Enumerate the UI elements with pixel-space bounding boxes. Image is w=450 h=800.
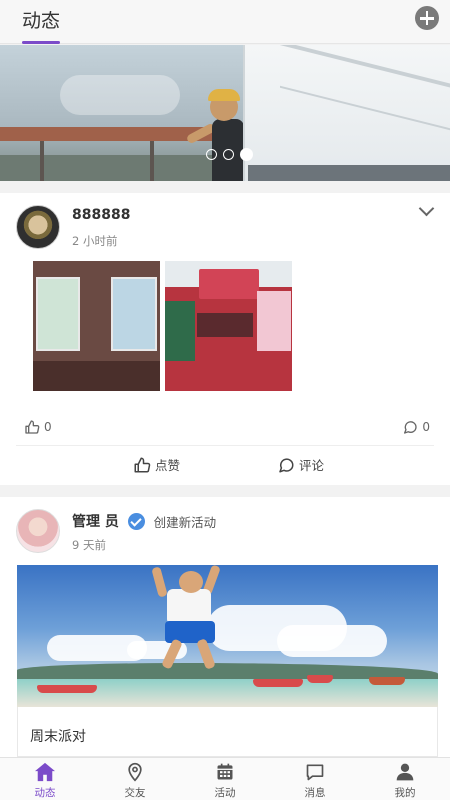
page-title[interactable]: 动态 [22, 6, 60, 33]
post-photo[interactable] [33, 261, 160, 391]
post-stats: 0 0 [0, 413, 450, 441]
thumbs-up-icon [134, 457, 151, 472]
like-button-label: 点赞 [155, 458, 181, 473]
event-title[interactable]: 周末派对 [30, 726, 86, 746]
comment-count: 0 [402, 419, 430, 435]
post-time: 2 小时前 [72, 234, 118, 248]
post-time: 9 天前 [72, 538, 106, 552]
add-post-button[interactable] [415, 6, 439, 30]
carousel-dot-active[interactable] [240, 148, 253, 161]
verified-badge-icon [127, 512, 145, 530]
event-cover-image[interactable] [17, 565, 438, 707]
carousel-dot[interactable] [206, 149, 217, 160]
user-icon [396, 763, 414, 781]
like-count: 0 [24, 419, 52, 435]
top-bar: 动态 [0, 0, 450, 44]
carousel-dots [206, 148, 253, 161]
tab-profile[interactable]: 我的 [360, 758, 450, 800]
tab-label: 动态 [34, 787, 56, 799]
tab-feed[interactable]: 动态 [0, 758, 90, 800]
thumbs-up-icon [25, 420, 40, 434]
bottom-tab-bar: 动态 交友 活动 消息 我的 [0, 757, 450, 800]
post-username[interactable]: 888888 [72, 207, 130, 223]
comment-icon [404, 421, 418, 434]
avatar[interactable] [16, 205, 60, 249]
tab-friends[interactable]: 交友 [90, 758, 180, 800]
active-tab-indicator [22, 41, 60, 44]
chevron-down-icon[interactable] [418, 203, 434, 219]
post-action-text: 创建新活动 [153, 514, 217, 530]
comment-button[interactable]: 评论 [277, 455, 324, 474]
avatar[interactable] [16, 509, 60, 553]
tab-label: 我的 [394, 787, 416, 799]
tab-events[interactable]: 活动 [180, 758, 270, 800]
like-button[interactable]: 点赞 [133, 455, 180, 474]
comment-icon [279, 457, 294, 472]
tab-label: 交友 [124, 787, 146, 799]
carousel-dot[interactable] [223, 149, 234, 160]
calendar-icon [217, 763, 233, 780]
banner-carousel[interactable] [0, 45, 450, 181]
tab-messages[interactable]: 消息 [270, 758, 360, 800]
like-count-value: 0 [44, 420, 52, 434]
post-card: 管理 员 创建新活动 9 天前 周末派对 [0, 497, 450, 757]
divider [16, 445, 434, 446]
tab-label: 活动 [214, 787, 236, 799]
home-icon [35, 762, 55, 782]
post-card: 888888 2 小时前 0 0 点赞 评论 [0, 193, 450, 485]
chat-bubble-icon [306, 764, 324, 781]
location-pin-icon [128, 762, 142, 782]
tab-label: 消息 [304, 787, 326, 799]
comment-button-label: 评论 [299, 458, 325, 473]
post-photo[interactable] [165, 261, 292, 391]
post-username-row: 管理 员 创建新活动 [72, 511, 216, 531]
comment-count-value: 0 [422, 420, 430, 434]
post-username[interactable]: 管理 员 [72, 514, 119, 530]
